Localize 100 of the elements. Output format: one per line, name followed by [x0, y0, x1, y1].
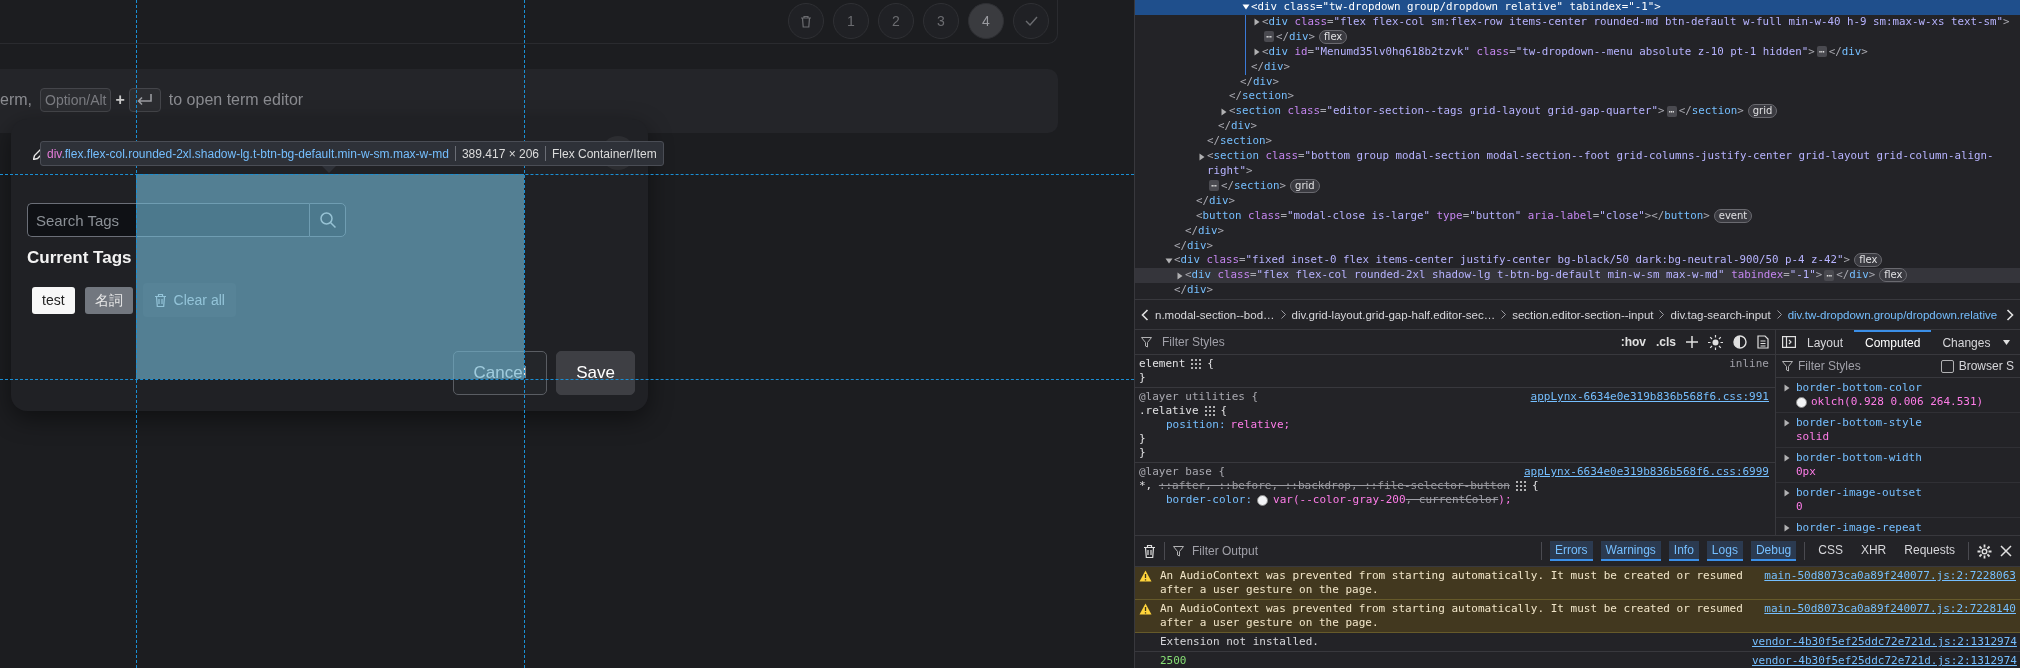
rule-brace: } [1139, 371, 1146, 385]
pseudo-toggle-button[interactable]: .cls [1656, 335, 1676, 349]
level-filter-button[interactable]: Warnings [1600, 541, 1661, 561]
closing-tag: </div> [1174, 283, 1214, 299]
element-size: 389.417 × 206 [461, 146, 539, 161]
grid-icon[interactable] [1515, 481, 1526, 491]
source-link[interactable]: vendor-4b30f5ef25ddc72e721d.js:2:1312974 [1752, 654, 2017, 668]
close-icon[interactable] [2000, 545, 2012, 557]
collapsed-content-button[interactable]: ⋯ [1264, 31, 1275, 43]
warning-icon [1139, 603, 1152, 615]
closing-tag: </div> [1185, 223, 1225, 239]
expand-triangle-icon[interactable] [1164, 256, 1173, 265]
save-button[interactable]: Save [556, 351, 635, 395]
breadcrumb-item[interactable]: div.grid-layout.grid-gap-half.editor-sec… [1291, 308, 1496, 321]
tag-markup: <section class="editor-section--tags grid-layout grid-gap-quarter"> [1229, 104, 1665, 120]
chevron-icon [1280, 310, 1286, 319]
layout-badge[interactable]: event [1713, 208, 1753, 223]
tag-markup: <button class="modal-close is-large" type="button" aria-label="close"> [1196, 208, 1652, 224]
type-filter-button[interactable]: CSS [1813, 541, 1848, 561]
expand-triangle-icon[interactable] [1784, 489, 1790, 497]
pseudo-toggle-button[interactable]: :hov [1620, 335, 1646, 349]
panel-tab[interactable]: Layout [1796, 330, 1855, 354]
search-icon [318, 211, 337, 229]
tag-markup: <div class="flex flex-col rounded-2xl shadow-lg t-btn-bg-default min-w-sm max-w-md" tabindex="-1"> [1185, 268, 1823, 284]
document-icon[interactable] [1757, 335, 1769, 349]
scroll-left-icon[interactable] [1141, 308, 1149, 321]
collapsed-content-button[interactable]: ⋯ [1816, 46, 1827, 58]
tag-chip[interactable]: 名詞 [84, 286, 133, 314]
tree-row[interactable]: <section class="editor-section--tags grid-layout grid-gap-quarter"> ⋯ </section> grid [1135, 104, 2020, 120]
element-type: Flex Container/Item [552, 146, 657, 161]
sun-icon[interactable] [1708, 334, 1723, 350]
filter-output-input[interactable]: Filter Output [1192, 544, 1533, 558]
breadcrumb-item[interactable]: section.editor-section--input [1512, 308, 1654, 321]
level-filter-button[interactable]: Info [1668, 541, 1699, 561]
stylesheet-link[interactable]: appLynx-6634e0e319b836b568f6.css:991 [1530, 390, 1769, 404]
trash-icon[interactable] [1143, 543, 1156, 559]
tree-row[interactable]: <div id="Menumd35lv0hq618b2tzvk" class="tw-dropdown--menu absolute z-10 pt-1 hidden"> ⋯ </div> [1135, 44, 2020, 60]
layout-badge[interactable]: grid [1747, 104, 1778, 119]
source-link[interactable]: main-50d8073ca0a89f240077.js:2:7228140 [1764, 602, 2016, 630]
type-filter-button[interactable]: Requests [1899, 541, 1960, 561]
panel-tab[interactable]: Changes [1931, 330, 2002, 354]
settings-icon[interactable] [1977, 543, 1992, 559]
grid-icon[interactable] [1191, 359, 1202, 369]
layout-badge[interactable]: grid [1290, 178, 1320, 193]
rule-origin: inline [1729, 357, 1769, 371]
expand-triangle-icon[interactable] [1241, 3, 1250, 12]
level-filter-button[interactable]: Debug [1750, 541, 1797, 561]
tree-row[interactable]: <section class="bottom group modal-section modal-section--foot grid-columns-justify-center grid-layout grid-column-align-right"> ⋯ </section> grid [1135, 149, 2020, 194]
trash-icon [800, 14, 812, 28]
expand-triangle-icon[interactable] [1197, 152, 1206, 161]
tree-row[interactable]: <div class="flex flex-col rounded-2xl shadow-lg t-btn-bg-default min-w-sm max-w-md" tabindex="-1"> ⋯ </div> flex [1135, 268, 2020, 284]
search-field[interactable]: Search Tags [27, 203, 309, 237]
expand-triangle-icon[interactable] [1784, 419, 1790, 427]
breadcrumb-item[interactable]: div.tag-search-input [1670, 308, 1771, 321]
expand-triangle-icon[interactable] [1175, 271, 1184, 280]
filter-icon [1141, 336, 1152, 348]
filter-icon [1173, 545, 1184, 557]
closing-tag: </div> [1218, 119, 1258, 135]
collapsed-content-button[interactable]: ⋯ [1666, 105, 1677, 117]
level-filter-button[interactable]: Errors [1549, 541, 1593, 561]
expand-triangle-icon[interactable] [1784, 524, 1790, 532]
level-filter-button[interactable]: Logs [1706, 541, 1743, 561]
layout-badge[interactable]: flex [1879, 268, 1908, 283]
layout-badge[interactable]: flex [1854, 253, 1883, 268]
sidebar-toggle-icon[interactable] [1782, 336, 1796, 348]
scroll-right-icon[interactable] [2006, 308, 2014, 321]
expand-triangle-icon[interactable] [1784, 454, 1790, 462]
color-swatch[interactable] [1257, 494, 1269, 506]
expand-triangle-icon[interactable] [1252, 18, 1261, 27]
source-link[interactable]: main-50d8073ca0a89f240077.js:2:7228063 [1764, 569, 2016, 597]
stylesheet-link[interactable]: appLynx-6634e0e319b836b568f6.css:6999 [1523, 465, 1769, 479]
collapsed-content-button[interactable]: ⋯ [1209, 180, 1220, 192]
keyboard-key: Option/Alt [40, 88, 112, 112]
check-icon [1024, 16, 1038, 26]
contrast-icon[interactable] [1733, 335, 1747, 349]
property-value: relative; [1230, 418, 1291, 432]
filter-styles-input[interactable]: Filter Styles [1162, 335, 1611, 349]
expand-triangle-icon[interactable] [1219, 107, 1228, 116]
collapsed-content-button[interactable]: ⋯ [1824, 269, 1835, 281]
grid-icon[interactable] [1204, 406, 1215, 416]
message-text: An AudioContext was prevented from starting automatically. It must be created or resumed after a user gesture on the page. [1160, 569, 1744, 597]
breadcrumb-item[interactable]: n.modal-section--bod… [1155, 308, 1275, 321]
checkbox[interactable] [1940, 359, 1954, 373]
page-button[interactable]: 4 [968, 3, 1004, 39]
expand-triangle-icon[interactable] [1784, 384, 1790, 392]
expand-triangle-icon[interactable] [1252, 48, 1261, 57]
type-filter-button[interactable]: XHR [1855, 541, 1892, 561]
tree-row[interactable]: <div class="flex flex-col sm:flex-row items-center rounded-md btn-default w-full min-w-40 h-9 sm:max-w-xs text-sm"> ⋯ </div> flex [1135, 14, 2020, 45]
plus-icon[interactable] [1686, 336, 1698, 348]
panel-tab[interactable]: Computed [1854, 330, 1932, 354]
source-link[interactable]: vendor-4b30f5ef25ddc72e721d.js:2:1312974 [1752, 635, 2017, 649]
filter-styles-input[interactable]: Filter Styles [1798, 359, 1936, 373]
caret-icon[interactable] [2003, 339, 2011, 345]
property-name: border-bottom-style [1796, 416, 1922, 430]
breadcrumb-item[interactable]: div.tw-dropdown.group/dropdown.relative [1787, 308, 1998, 321]
tag-chip[interactable]: test [32, 286, 75, 314]
tree-row[interactable]: <div class="tw-dropdown group/dropdown relative" tabindex="-1"> [1135, 0, 2020, 15]
tree-row[interactable]: <button class="modal-close is-large" type="button" aria-label="close"></button> event [1135, 208, 2020, 224]
tree-row[interactable]: <div class="fixed inset-0 flex items-center justify-center bg-black/50 dark:bg-neutral-900/50 p-4 z-42"> flex [1135, 253, 2020, 269]
layout-badge[interactable]: flex [1319, 29, 1348, 44]
